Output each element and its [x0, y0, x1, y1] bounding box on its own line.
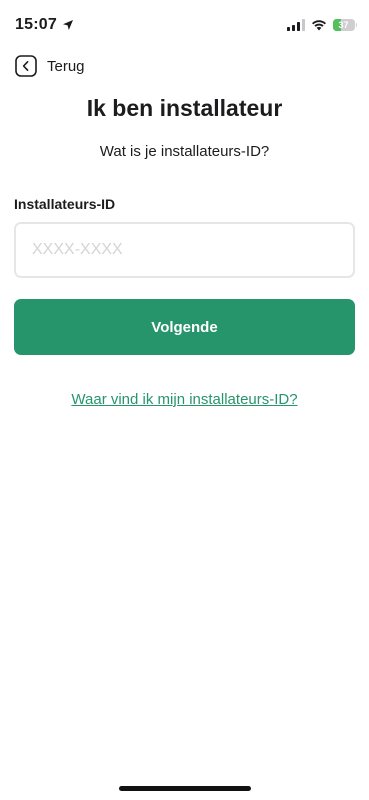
installer-id-input[interactable]: [14, 222, 355, 278]
battery-cap: [355, 23, 357, 27]
next-button[interactable]: Volgende: [14, 299, 355, 355]
wifi-icon: [311, 20, 326, 31]
battery-percentage: 37: [338, 20, 349, 30]
cellular-signal-icon: [286, 19, 305, 31]
battery-icon: 37: [332, 19, 355, 31]
back-button[interactable]: Terug: [15, 55, 85, 77]
page-title: Ik ben installateur: [86, 95, 283, 121]
home-indicator: [119, 786, 251, 791]
status-bar: 15:07 37: [0, 0, 369, 48]
status-indicators: 37: [286, 19, 357, 31]
page-subtitle: Wat is je installateurs-ID?: [99, 143, 270, 160]
chevron-left-icon: [15, 55, 37, 77]
help-link[interactable]: Waar vind ik mijn installateurs-ID?: [0, 391, 369, 408]
status-time-group: 15:07: [15, 16, 74, 34]
installer-id-label: Installateurs-ID: [14, 196, 116, 212]
status-time: 15:07: [15, 16, 57, 33]
back-label: Terug: [47, 57, 85, 75]
location-arrow-icon: [62, 20, 73, 30]
